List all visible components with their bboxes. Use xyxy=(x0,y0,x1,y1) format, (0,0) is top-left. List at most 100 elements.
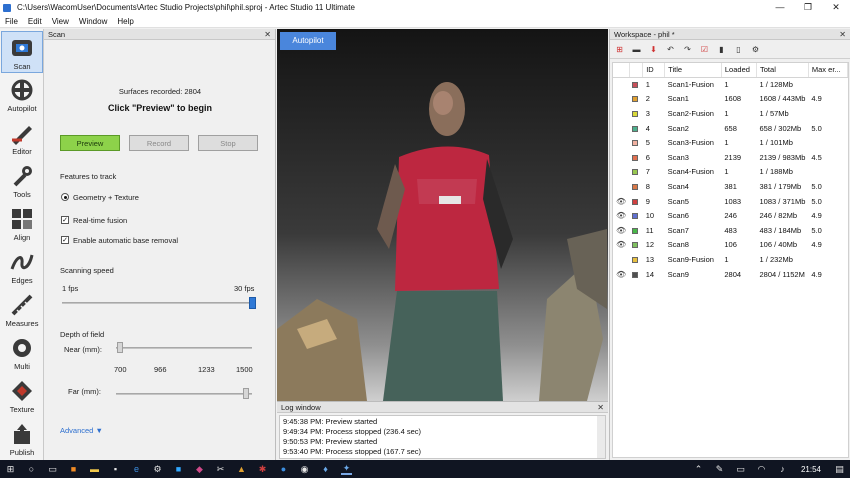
column-header-id[interactable]: ID xyxy=(642,63,666,78)
app-icon[interactable]: ✱ xyxy=(257,464,268,475)
table-row[interactable]: 👁 14 Scan9 2804 2804 / 1152M 4.9 xyxy=(613,267,848,282)
gear-icon[interactable]: ⚙ xyxy=(749,44,762,55)
maximize-button[interactable]: ❐ xyxy=(794,0,822,15)
autopilot-button[interactable]: Autopilot xyxy=(280,32,336,50)
illustrator-icon[interactable]: ■ xyxy=(68,464,79,475)
visibility-eye-icon[interactable] xyxy=(613,179,629,194)
auto-base-removal-checkbox[interactable]: ✓ xyxy=(61,236,69,244)
open-folder-icon[interactable]: ▬ xyxy=(630,44,643,55)
undo-icon[interactable]: ↶ xyxy=(664,44,677,55)
visibility-eye-icon[interactable] xyxy=(613,135,629,150)
visibility-eye-icon[interactable] xyxy=(613,165,629,180)
task-view-icon[interactable]: ▭ xyxy=(47,464,58,475)
column-header-loaded[interactable]: Loaded xyxy=(721,63,758,78)
table-row[interactable]: 3 Scan2-Fusion 1 1 / 57Mb xyxy=(613,106,848,121)
visibility-eye-icon[interactable]: 👁 xyxy=(613,194,629,209)
table-row[interactable]: 👁 12 Scan8 106 106 / 40Mb 4.9 xyxy=(613,238,848,253)
edge-icon[interactable]: e xyxy=(131,464,142,475)
pen-icon[interactable]: ✎ xyxy=(714,464,725,475)
speed-slider-track[interactable] xyxy=(62,302,256,304)
battery-icon[interactable]: ▭ xyxy=(735,464,746,475)
far-slider-thumb[interactable] xyxy=(243,388,249,399)
add-icon[interactable]: ⊞ xyxy=(613,44,626,55)
workspace-close-button[interactable]: ✕ xyxy=(839,30,846,39)
volume-icon[interactable]: ♪ xyxy=(777,464,788,475)
menu-help[interactable]: Help xyxy=(112,17,138,26)
chevron-up-icon[interactable]: ⌃ xyxy=(693,464,704,475)
app-icon[interactable]: ▲ xyxy=(236,464,247,475)
tool-multi[interactable]: Multi xyxy=(1,332,43,374)
column-header-eye[interactable] xyxy=(613,63,630,78)
log-scrollbar[interactable] xyxy=(597,416,605,458)
tool-texture[interactable]: Texture xyxy=(1,375,43,417)
preview-button[interactable]: Preview xyxy=(60,135,120,151)
windows-start-icon[interactable]: ⊞ xyxy=(5,464,16,475)
table-row[interactable]: 2 Scan1 1608 1608 / 443Mb 4.9 xyxy=(613,92,848,107)
visibility-eye-icon[interactable] xyxy=(613,121,629,136)
menu-view[interactable]: View xyxy=(47,17,74,26)
app-icon[interactable]: ✂ xyxy=(215,464,226,475)
redo-icon[interactable]: ↷ xyxy=(681,44,694,55)
visibility-eye-icon[interactable]: 👁 xyxy=(613,267,629,282)
geometry-texture-radio[interactable] xyxy=(61,193,69,201)
tool-edges[interactable]: Edges xyxy=(1,246,43,288)
stop-button[interactable]: Stop xyxy=(198,135,258,151)
3d-viewport[interactable]: Autopilot xyxy=(277,29,608,401)
copy-icon[interactable]: ▮ xyxy=(715,44,728,55)
app-icon[interactable]: ♦ xyxy=(320,464,331,475)
visibility-eye-icon[interactable] xyxy=(613,252,629,267)
table-row[interactable]: 👁 10 Scan6 246 246 / 82Mb 4.9 xyxy=(613,208,848,223)
visibility-eye-icon[interactable] xyxy=(613,77,629,92)
scan-panel-close-button[interactable]: ✕ xyxy=(264,30,271,39)
column-header-title[interactable]: Title xyxy=(664,63,722,78)
record-button[interactable]: Record xyxy=(129,135,189,151)
cortana-icon[interactable]: ○ xyxy=(26,464,37,475)
table-row[interactable]: 6 Scan3 2139 2139 / 983Mb 4.5 xyxy=(613,150,848,165)
visibility-eye-icon[interactable] xyxy=(613,106,629,121)
visibility-eye-icon[interactable] xyxy=(613,150,629,165)
menu-file[interactable]: File xyxy=(0,17,23,26)
visibility-eye-icon[interactable]: 👁 xyxy=(613,208,629,223)
close-window-button[interactable]: ✕ xyxy=(822,0,850,15)
menu-window[interactable]: Window xyxy=(74,17,112,26)
table-row[interactable]: 13 Scan9-Fusion 1 1 / 232Mb xyxy=(613,252,848,267)
minimize-button[interactable]: — xyxy=(766,0,794,15)
app-icon[interactable]: ● xyxy=(278,464,289,475)
settings-icon[interactable]: ⚙ xyxy=(152,464,163,475)
table-row[interactable]: 1 Scan1-Fusion 1 1 / 128Mb xyxy=(613,77,848,92)
tool-publish[interactable]: Publish xyxy=(1,418,43,460)
visibility-eye-icon[interactable] xyxy=(613,92,629,107)
speed-slider-thumb[interactable] xyxy=(249,297,256,309)
notifications-icon[interactable]: ▤ xyxy=(834,464,845,475)
import-icon[interactable]: ⬇ xyxy=(647,44,660,55)
table-row[interactable]: 4 Scan2 658 658 / 302Mb 5.0 xyxy=(613,121,848,136)
clock[interactable]: 21:54 xyxy=(801,465,821,474)
near-slider-track[interactable] xyxy=(116,347,252,349)
column-header-total[interactable]: Total xyxy=(756,63,809,78)
far-slider-track[interactable] xyxy=(116,393,252,395)
delete-icon[interactable]: ▯ xyxy=(732,44,745,55)
near-slider-thumb[interactable] xyxy=(117,342,123,353)
terminal-icon[interactable]: ▪ xyxy=(110,464,121,475)
app-icon[interactable]: ◆ xyxy=(194,464,205,475)
menu-edit[interactable]: Edit xyxy=(23,17,47,26)
tool-autopilot[interactable]: Autopilot xyxy=(1,74,43,116)
visibility-eye-icon[interactable]: 👁 xyxy=(613,238,629,253)
table-row[interactable]: 5 Scan3-Fusion 1 1 / 101Mb xyxy=(613,135,848,150)
tool-editor[interactable]: Editor xyxy=(1,117,43,159)
select-icon[interactable]: ☑ xyxy=(698,44,711,55)
tool-align[interactable]: Align xyxy=(1,203,43,245)
log-window-close-button[interactable]: ✕ xyxy=(597,403,604,412)
app-icon[interactable]: ◉ xyxy=(299,464,310,475)
table-row[interactable]: 8 Scan4 381 381 / 179Mb 5.0 xyxy=(613,179,848,194)
network-icon[interactable]: ◠ xyxy=(756,464,767,475)
file-explorer-icon[interactable]: ▬ xyxy=(89,464,100,475)
artec-studio-taskbar-icon[interactable]: ✦ xyxy=(341,463,352,475)
table-row[interactable]: 👁 9 Scan5 1083 1083 / 371Mb 5.0 xyxy=(613,194,848,209)
tool-scan[interactable]: Scan xyxy=(1,31,43,73)
table-row[interactable]: 👁 11 Scan7 483 483 / 184Mb 5.0 xyxy=(613,223,848,238)
realtime-fusion-checkbox[interactable]: ✓ xyxy=(61,216,69,224)
photoshop-icon[interactable]: ■ xyxy=(173,464,184,475)
column-header-color[interactable] xyxy=(629,63,644,78)
column-header-max-error[interactable]: Max er... xyxy=(808,63,849,78)
